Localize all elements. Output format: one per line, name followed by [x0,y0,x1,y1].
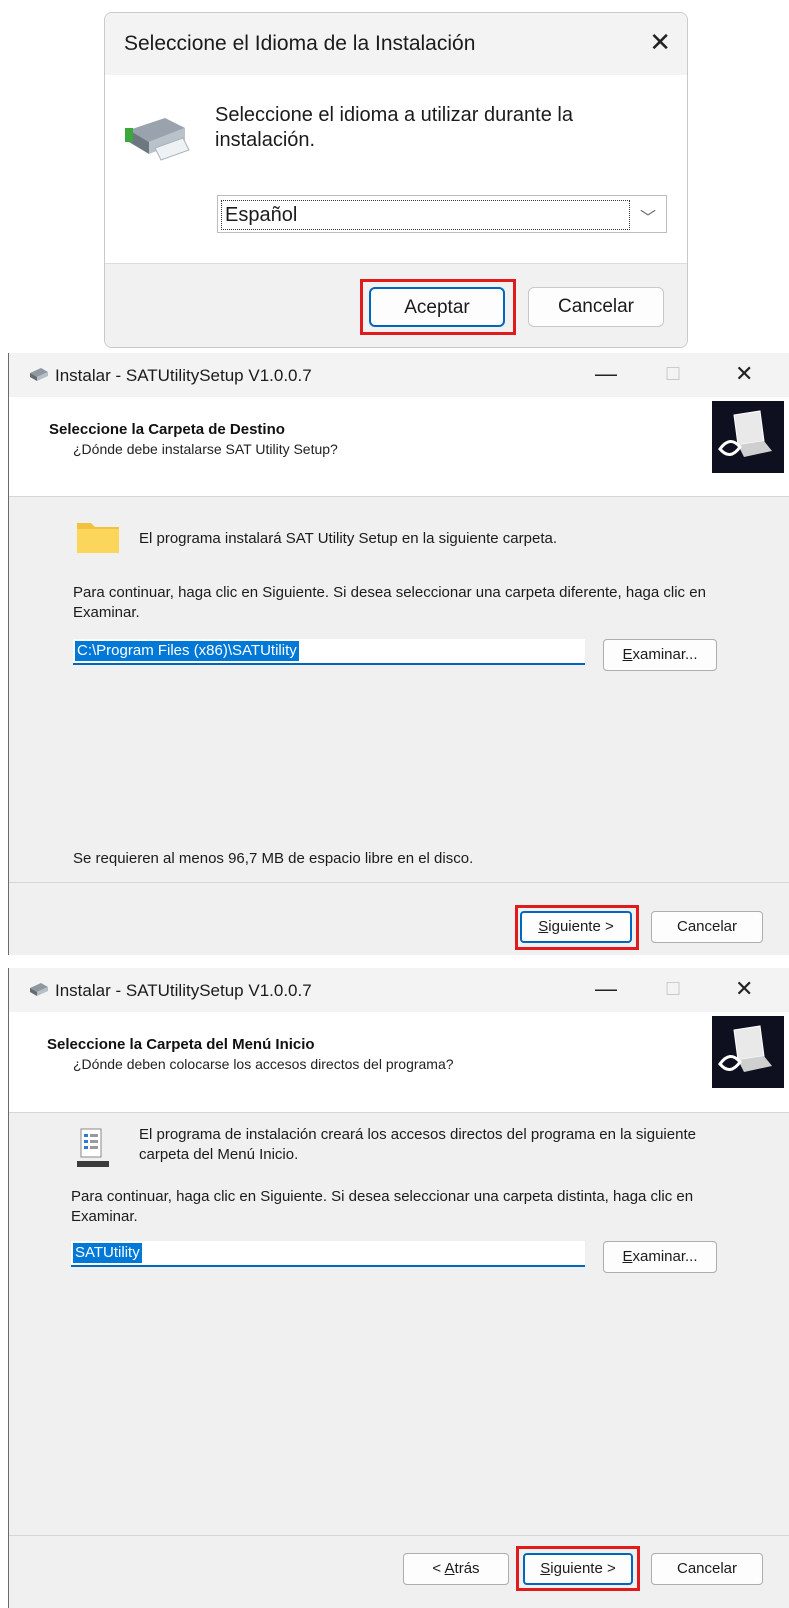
printer-icon [125,118,190,161]
maximize-icon[interactable]: ☐ [665,364,681,385]
window-title: Instalar - SATUtilitySetup V1.0.0.7 [55,981,312,1000]
setup-computer-icon [712,401,784,473]
close-icon[interactable]: ✕ [735,361,753,387]
language-select-value: Español [221,200,630,230]
page-title: Seleccione la Carpeta del Menú Inicio [47,1036,315,1053]
maximize-icon[interactable]: ☐ [665,979,681,1000]
cancel-button[interactable]: Cancelar [651,911,763,943]
language-prompt: Seleccione el idioma a utilizar durante … [215,104,573,151]
accept-button[interactable]: Aceptar [369,287,505,327]
close-icon[interactable]: ✕ [649,27,671,57]
close-icon[interactable]: ✕ [735,976,753,1002]
browse-button[interactable]: Examinar... [603,1241,717,1273]
start-menu-instructions: Para continuar, haga clic en Siguiente. … [71,1188,694,1225]
app-icon [30,983,48,996]
back-button[interactable]: < Atrás [403,1553,509,1585]
next-button[interactable]: Siguiente > [520,911,632,943]
start-menu-info-text: El programa de instalación creará los ac… [139,1126,696,1163]
destination-info-text: El programa instalará SAT Utility Setup … [139,530,557,547]
minimize-icon[interactable]: — [595,361,617,387]
window-title: Instalar - SATUtilitySetup V1.0.0.7 [55,366,312,385]
minimize-icon[interactable]: — [595,976,617,1002]
page-subtitle: ¿Dónde debe instalarse SAT Utility Setup… [73,441,338,457]
cancel-button[interactable]: Cancelar [528,287,664,327]
space-required-text: Se requieren al menos 96,7 MB de espacio… [73,850,474,867]
start-menu-window: Instalar - SATUtilitySetup V1.0.0.7 — ☐ … [8,968,789,1608]
wizard-header: Seleccione la Carpeta de Destino ¿Dónde … [9,397,789,497]
wizard-header: Seleccione la Carpeta del Menú Inicio ¿D… [9,1012,789,1113]
start-menu-folder-input[interactable]: SATUtility [71,1241,585,1267]
language-dialog: Seleccione el Idioma de la Instalación ✕… [104,12,688,348]
destination-instructions: Para continuar, haga clic en Siguiente. … [73,584,706,621]
wizard-content: El programa instalará SAT Utility Setup … [9,497,789,883]
browse-button[interactable]: Examinar... [603,639,717,671]
destination-path-input[interactable]: C:\Program Files (x86)\SATUtility [73,639,585,665]
next-button[interactable]: Siguiente > [523,1553,633,1585]
app-icon [30,368,48,381]
destination-window: Instalar - SATUtilitySetup V1.0.0.7 — ☐ … [8,353,789,955]
page-subtitle: ¿Dónde deben colocarse los accesos direc… [73,1056,454,1072]
language-select[interactable]: Español ﹀ [217,195,667,233]
setup-computer-icon [712,1016,784,1088]
language-dialog-title: Seleccione el Idioma de la Instalación [124,32,476,55]
start-menu-folder-value: SATUtility [73,1243,142,1263]
chevron-down-icon: ﹀ [639,210,656,227]
folder-icon [77,523,119,553]
cancel-button[interactable]: Cancelar [651,1553,763,1585]
start-menu-icon [77,1128,109,1167]
wizard-content: El programa de instalación creará los ac… [9,1113,789,1533]
destination-path-value: C:\Program Files (x86)\SATUtility [75,641,299,661]
language-dialog-body: Seleccione el idioma a utilizar durante … [105,75,687,263]
page-title: Seleccione la Carpeta de Destino [49,421,285,438]
